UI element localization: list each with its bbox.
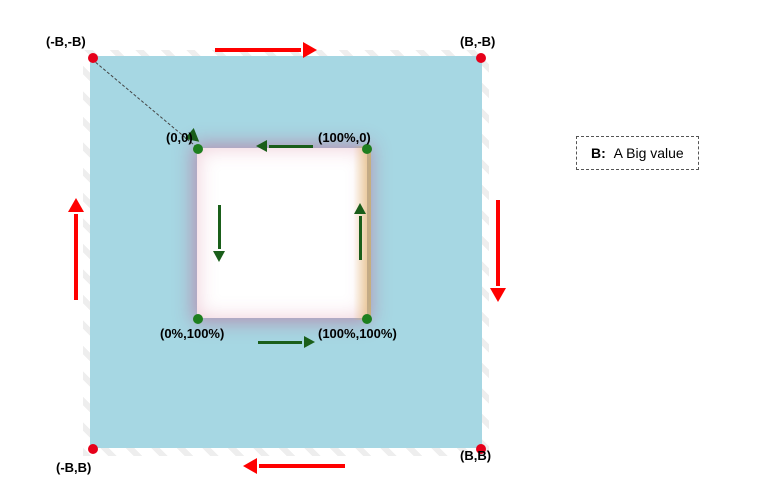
inner-arrow-right: [354, 205, 366, 260]
legend-box: B: A Big value: [576, 136, 699, 170]
label-inner-tr: (100%,0): [318, 130, 371, 145]
label-outer-bl: (-B,B): [56, 460, 91, 475]
inner-dot-br: [362, 314, 372, 324]
inner-arrow-top: [258, 140, 313, 152]
outer-dot-tr: [476, 53, 486, 63]
outer-arrow-left: [68, 200, 84, 300]
label-outer-tl: (-B,-B): [46, 34, 86, 49]
inner-arrow-bottom: [258, 336, 313, 348]
legend-key: B:: [591, 145, 606, 161]
label-inner-bl: (0%,100%): [160, 326, 224, 341]
outer-dot-bl: [88, 444, 98, 454]
diagram-stage: { "labels": { "outer_tl": "(-B,-B)", "ou…: [0, 0, 763, 502]
outer-arrow-right: [490, 200, 506, 300]
label-inner-tl: (0,0): [166, 130, 193, 145]
inner-dot-bl: [193, 314, 203, 324]
label-inner-br: (100%,100%): [318, 326, 397, 341]
outer-arrow-bottom: [245, 458, 345, 474]
outer-dot-tl: [88, 53, 98, 63]
label-outer-tr: (B,-B): [460, 34, 495, 49]
label-outer-br: (B,B): [460, 448, 491, 463]
legend-value: A Big value: [614, 145, 684, 161]
inner-dot-tl: [193, 144, 203, 154]
outer-arrow-top: [215, 42, 315, 58]
inner-arrow-left: [213, 205, 225, 260]
inner-dot-tr: [362, 144, 372, 154]
